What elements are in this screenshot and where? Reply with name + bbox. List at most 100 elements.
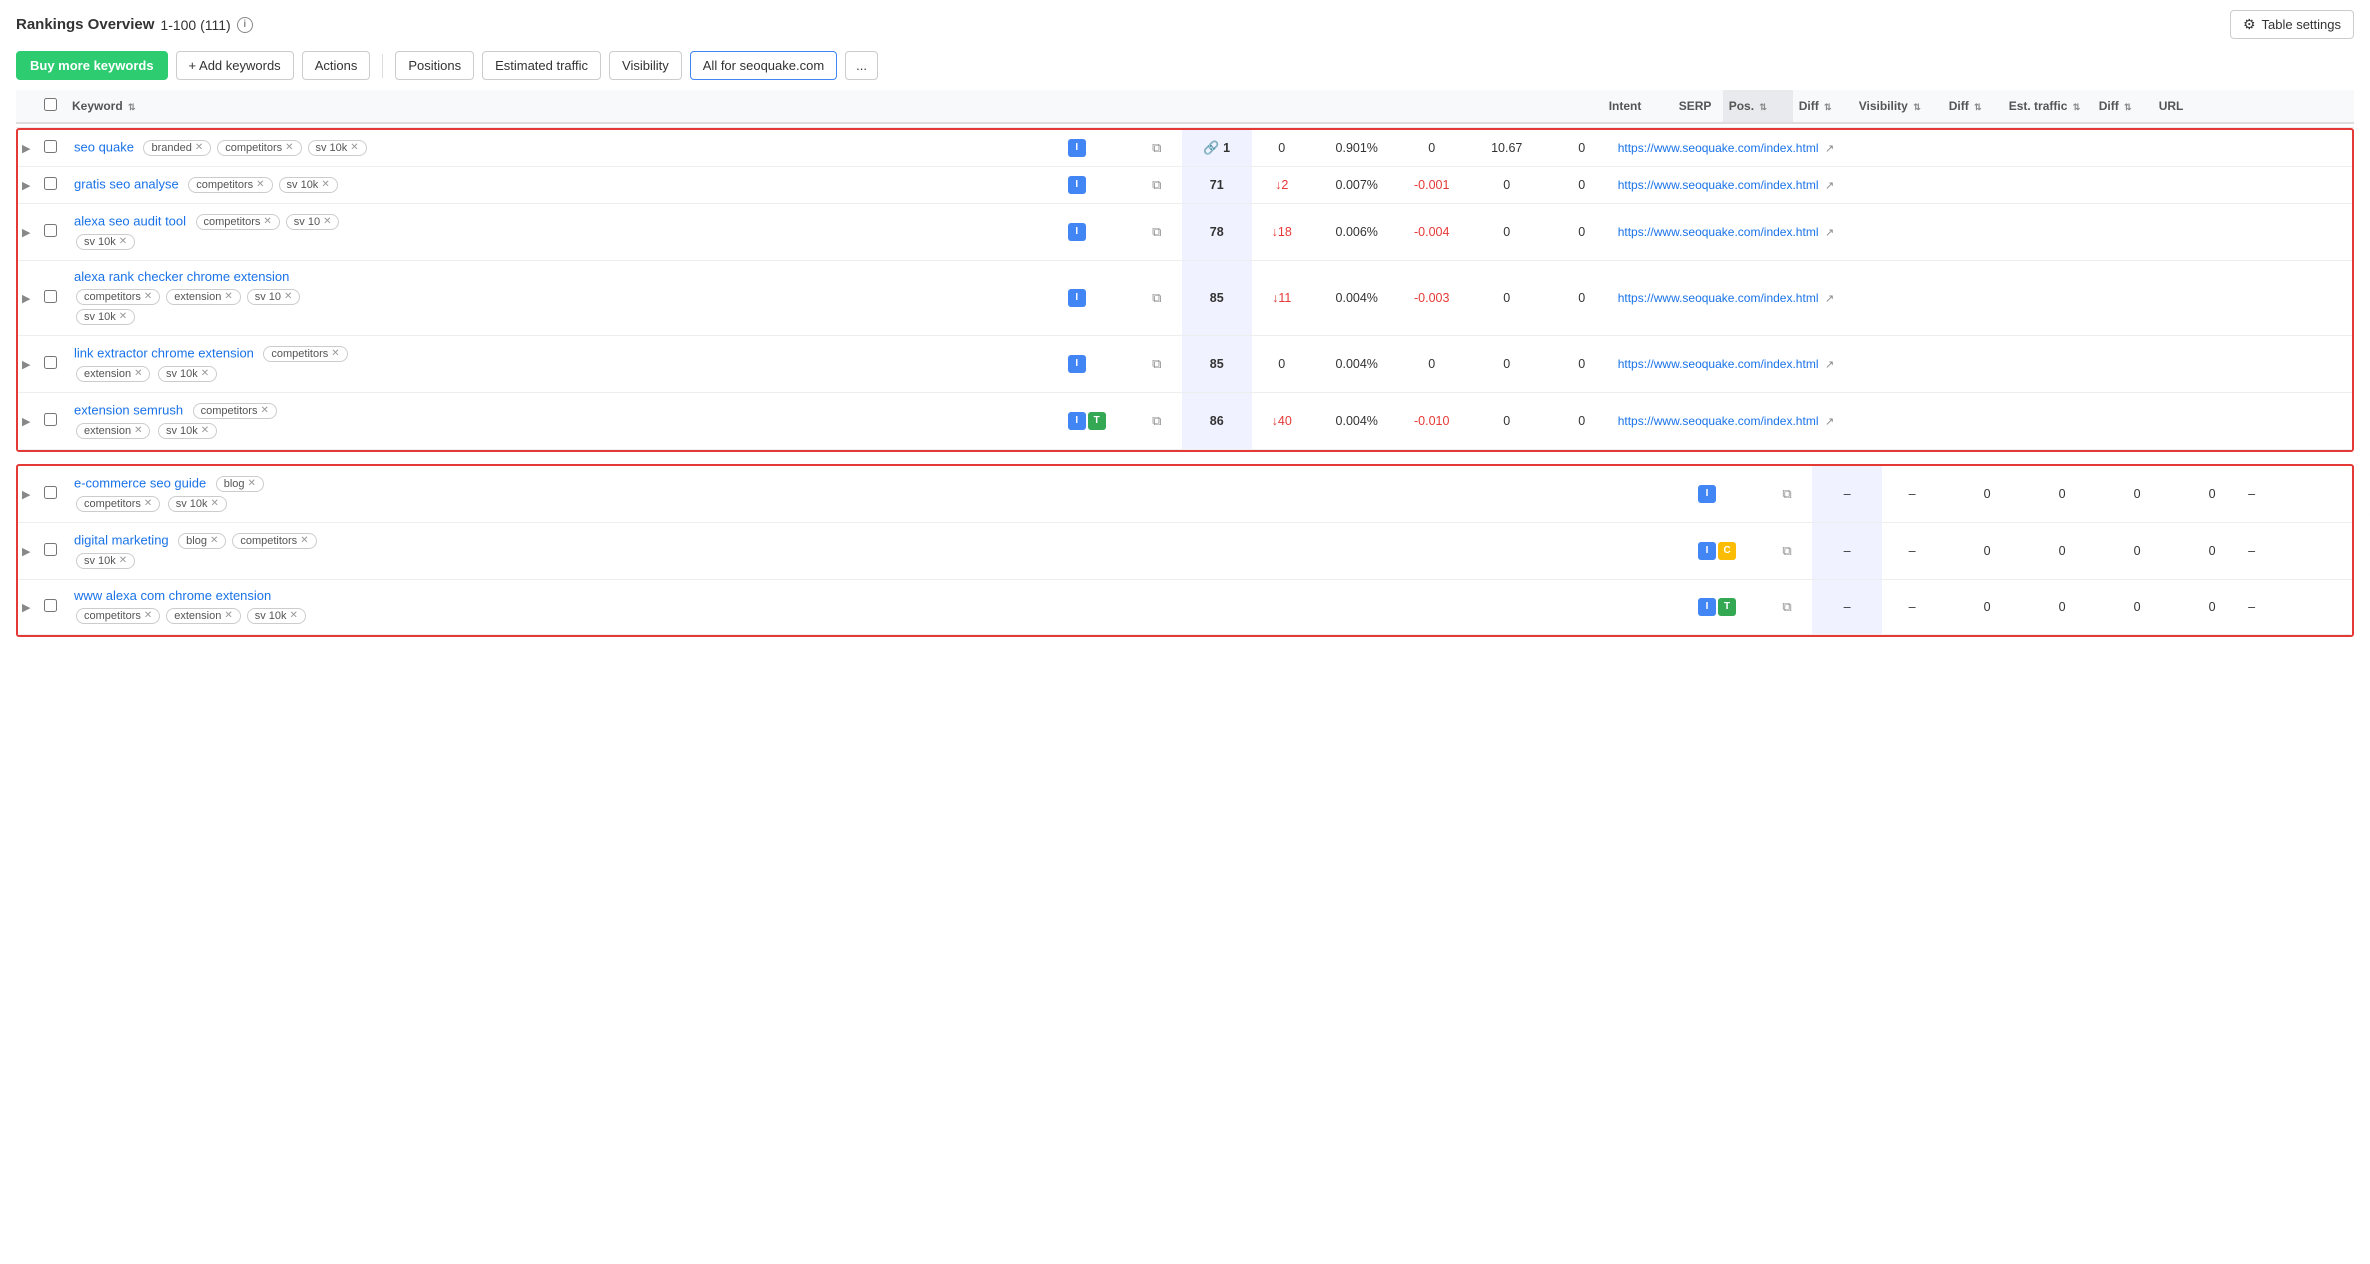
external-link-icon[interactable]: ↗: [1825, 293, 1834, 305]
diff1-col-header[interactable]: Diff ⇅: [1793, 90, 1853, 123]
row-checkbox[interactable]: [44, 356, 57, 369]
expand-cell[interactable]: ▶: [18, 335, 40, 392]
tag[interactable]: blog ✕: [178, 533, 226, 549]
tag-remove[interactable]: ✕: [256, 179, 264, 190]
check-cell[interactable]: [40, 335, 68, 392]
keyword-link[interactable]: seo quake: [74, 139, 134, 154]
tag-remove[interactable]: ✕: [350, 142, 358, 153]
row-checkbox[interactable]: [44, 486, 57, 499]
diff2-col-header[interactable]: Diff ⇅: [1943, 90, 2003, 123]
tag-remove[interactable]: ✕: [290, 610, 298, 621]
url-link[interactable]: https://www.seoquake.com/index.html: [1618, 178, 1819, 192]
tag-remove[interactable]: ✕: [285, 142, 293, 153]
serp-cell[interactable]: ⧉: [1132, 392, 1182, 449]
tag-remove[interactable]: ✕: [263, 216, 271, 227]
visibility-col-header[interactable]: Visibility ⇅: [1853, 90, 1943, 123]
serp-icon[interactable]: ⧉: [1152, 290, 1161, 305]
tag-remove[interactable]: ✕: [300, 535, 308, 546]
expand-icon[interactable]: ▶: [22, 359, 30, 371]
tag[interactable]: sv 10k ✕: [76, 553, 135, 569]
row-checkbox[interactable]: [44, 543, 57, 556]
expand-icon[interactable]: ▶: [22, 143, 30, 155]
keyword-link[interactable]: alexa rank checker chrome extension: [74, 269, 289, 284]
tag[interactable]: sv 10k ✕: [158, 423, 217, 439]
serp-cell[interactable]: ⧉: [1132, 203, 1182, 260]
tag-remove[interactable]: ✕: [201, 425, 209, 436]
tag[interactable]: extension ✕: [76, 423, 150, 439]
expand-cell[interactable]: ▶: [18, 579, 40, 634]
tag-remove[interactable]: ✕: [211, 498, 219, 509]
check-cell[interactable]: [40, 522, 68, 579]
keyword-link[interactable]: www alexa com chrome extension: [74, 588, 271, 603]
serp-cell[interactable]: ⧉: [1762, 522, 1812, 579]
serp-cell[interactable]: ⧉: [1132, 260, 1182, 335]
tag-remove[interactable]: ✕: [134, 425, 142, 436]
keyword-link[interactable]: extension semrush: [74, 402, 183, 417]
actions-button[interactable]: Actions: [302, 51, 371, 80]
expand-icon[interactable]: ▶: [22, 293, 30, 305]
domain-filter[interactable]: All for seoquake.com: [690, 51, 837, 80]
tag[interactable]: blog ✕: [216, 476, 264, 492]
tag-remove[interactable]: ✕: [134, 368, 142, 379]
serp-icon[interactable]: ⧉: [1152, 177, 1161, 192]
diff3-col-header[interactable]: Diff ⇅: [2093, 90, 2153, 123]
keyword-link[interactable]: gratis seo analyse: [74, 176, 179, 191]
keyword-link[interactable]: digital marketing: [74, 532, 169, 547]
tag[interactable]: competitors ✕: [263, 346, 347, 362]
serp-cell[interactable]: ⧉: [1132, 335, 1182, 392]
url-link[interactable]: https://www.seoquake.com/index.html: [1618, 414, 1819, 428]
expand-cell[interactable]: ▶: [18, 466, 40, 523]
external-link-icon[interactable]: ↗: [1825, 359, 1834, 371]
tag[interactable]: sv 10k ✕: [76, 309, 135, 325]
check-cell[interactable]: [40, 166, 68, 203]
pos-col-header[interactable]: Pos. ⇅: [1723, 90, 1793, 123]
tag[interactable]: branded ✕: [143, 140, 211, 156]
tag[interactable]: competitors ✕: [76, 608, 160, 624]
serp-cell[interactable]: ⧉: [1132, 130, 1182, 167]
url-link[interactable]: https://www.seoquake.com/index.html: [1618, 357, 1819, 371]
tag[interactable]: competitors ✕: [217, 140, 301, 156]
url-link[interactable]: https://www.seoquake.com/index.html: [1618, 141, 1819, 155]
tag-remove[interactable]: ✕: [224, 291, 232, 302]
tag[interactable]: extension ✕: [76, 366, 150, 382]
tag[interactable]: competitors ✕: [232, 533, 316, 549]
tag[interactable]: sv 10 ✕: [286, 214, 340, 230]
row-checkbox[interactable]: [44, 140, 57, 153]
serp-icon[interactable]: ⧉: [1152, 224, 1161, 239]
expand-icon[interactable]: ▶: [22, 227, 30, 239]
check-cell[interactable]: [40, 392, 68, 449]
serp-icon[interactable]: ⧉: [1782, 486, 1791, 501]
row-checkbox[interactable]: [44, 177, 57, 190]
visibility-filter[interactable]: Visibility: [609, 51, 682, 80]
expand-cell[interactable]: ▶: [18, 166, 40, 203]
tag[interactable]: sv 10k ✕: [247, 608, 306, 624]
external-link-icon[interactable]: ↗: [1825, 227, 1834, 239]
row-checkbox[interactable]: [44, 599, 57, 612]
tag-remove[interactable]: ✕: [119, 555, 127, 566]
tag-remove[interactable]: ✕: [331, 348, 339, 359]
expand-cell[interactable]: ▶: [18, 392, 40, 449]
tag[interactable]: competitors ✕: [76, 289, 160, 305]
tag-remove[interactable]: ✕: [119, 236, 127, 247]
check-cell[interactable]: [40, 579, 68, 634]
tag-remove[interactable]: ✕: [321, 179, 329, 190]
expand-icon[interactable]: ▶: [22, 602, 30, 614]
serp-icon[interactable]: ⧉: [1152, 356, 1161, 371]
expand-icon[interactable]: ▶: [22, 489, 30, 501]
tag-remove[interactable]: ✕: [260, 405, 268, 416]
tag[interactable]: sv 10k ✕: [308, 140, 367, 156]
url-link[interactable]: https://www.seoquake.com/index.html: [1618, 225, 1819, 239]
check-cell[interactable]: [40, 466, 68, 523]
tag[interactable]: sv 10k ✕: [76, 234, 135, 250]
estimated-traffic-filter[interactable]: Estimated traffic: [482, 51, 601, 80]
external-link-icon[interactable]: ↗: [1825, 416, 1834, 428]
serp-cell[interactable]: ⧉: [1762, 466, 1812, 523]
tag-remove[interactable]: ✕: [284, 291, 292, 302]
table-settings-button[interactable]: ⚙ Table settings: [2230, 10, 2354, 39]
tag-remove[interactable]: ✕: [144, 610, 152, 621]
tag-remove[interactable]: ✕: [248, 478, 256, 489]
serp-cell[interactable]: ⧉: [1132, 166, 1182, 203]
external-link-icon[interactable]: ↗: [1825, 143, 1834, 155]
est-traffic-col-header[interactable]: Est. traffic ⇅: [2003, 90, 2093, 123]
tag-remove[interactable]: ✕: [144, 498, 152, 509]
